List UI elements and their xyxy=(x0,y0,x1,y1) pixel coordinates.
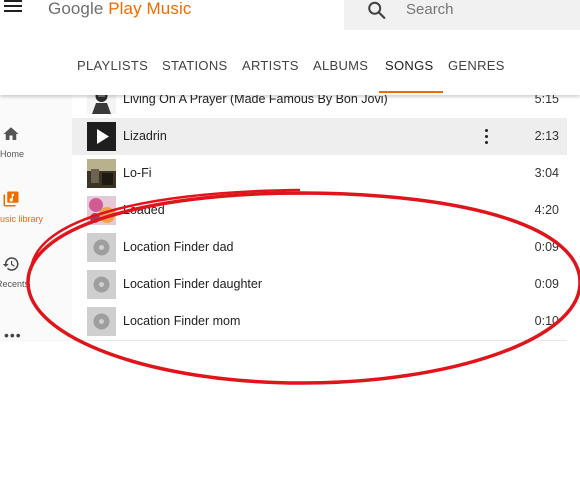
tab-stations[interactable]: STATIONS xyxy=(162,50,227,94)
play-icon[interactable] xyxy=(87,122,116,151)
song-title: Lo-Fi xyxy=(123,166,152,180)
search-box[interactable] xyxy=(344,0,580,30)
logo-product-text: Play Music xyxy=(103,0,192,18)
song-row[interactable]: Lo-Fi 3:04 xyxy=(72,155,567,193)
song-title: Loaded xyxy=(123,203,165,217)
tab-label: STATIONS xyxy=(162,58,228,73)
sidebar-item-label: Recents xyxy=(0,279,30,289)
default-album-icon xyxy=(87,270,116,299)
more-icon[interactable]: ••• xyxy=(4,328,22,342)
search-input[interactable] xyxy=(406,0,566,18)
song-title: Location Finder dad xyxy=(123,240,234,254)
tab-label: ALBUMS xyxy=(313,58,369,73)
tab-playlists[interactable]: PLAYLISTS xyxy=(77,50,148,94)
tab-genres[interactable]: GENRES xyxy=(448,50,505,94)
menu-icon[interactable] xyxy=(4,0,22,14)
song-row[interactable]: Location Finder dad 0:09 xyxy=(72,229,567,267)
side-nav: Home usic library Recents ••• xyxy=(0,95,72,342)
song-duration: 0:10 xyxy=(534,314,559,328)
song-row[interactable]: Location Finder mom 0:10 xyxy=(72,303,567,341)
song-title: Location Finder mom xyxy=(123,314,241,328)
tab-songs[interactable]: SONGS xyxy=(379,50,444,94)
default-album-icon xyxy=(87,233,116,262)
tab-label: GENRES xyxy=(448,58,505,73)
logo-google-text: Google xyxy=(48,0,104,18)
music-library-icon xyxy=(3,191,19,207)
search-icon[interactable] xyxy=(366,0,388,22)
tab-label: SONGS xyxy=(385,58,434,73)
album-art xyxy=(87,196,116,225)
sidebar-item-label: Home xyxy=(0,149,25,159)
song-duration: 3:04 xyxy=(534,166,559,180)
active-tab-indicator xyxy=(379,91,444,93)
song-title: Location Finder daughter xyxy=(123,277,262,291)
home-icon xyxy=(3,127,19,140)
tab-label: PLAYLISTS xyxy=(77,58,149,73)
song-row[interactable]: Loaded 4:20 xyxy=(72,192,567,230)
app-header: Google Play Music PLAYLISTS STATIONS ART… xyxy=(0,0,580,95)
more-options-icon[interactable] xyxy=(480,127,492,147)
sidebar-item-music-library[interactable]: usic library xyxy=(0,190,72,226)
tab-artists[interactable]: ARTISTS xyxy=(242,50,299,94)
sidebar-item-label: usic library xyxy=(0,214,44,224)
song-row[interactable]: Location Finder daughter 0:09 xyxy=(72,266,567,304)
sidebar-item-recents[interactable]: Recents xyxy=(0,255,72,291)
tab-label: ARTISTS xyxy=(242,58,299,73)
song-duration: 2:13 xyxy=(534,129,559,143)
tab-bar: PLAYLISTS STATIONS ARTISTS ALBUMS SONGS … xyxy=(0,50,580,94)
app-logo[interactable]: Google Play Music xyxy=(48,0,191,18)
song-title: Lizadrin xyxy=(123,129,167,143)
song-duration: 0:09 xyxy=(534,277,559,291)
song-row[interactable]: Lizadrin 2:13 xyxy=(72,118,567,156)
history-icon xyxy=(2,257,19,271)
album-art xyxy=(87,159,116,188)
default-album-icon xyxy=(87,307,116,336)
song-duration: 4:20 xyxy=(534,203,559,217)
sidebar-item-home[interactable]: Home xyxy=(0,125,72,161)
tab-albums[interactable]: ALBUMS xyxy=(313,50,368,94)
song-duration: 0:09 xyxy=(534,240,559,254)
